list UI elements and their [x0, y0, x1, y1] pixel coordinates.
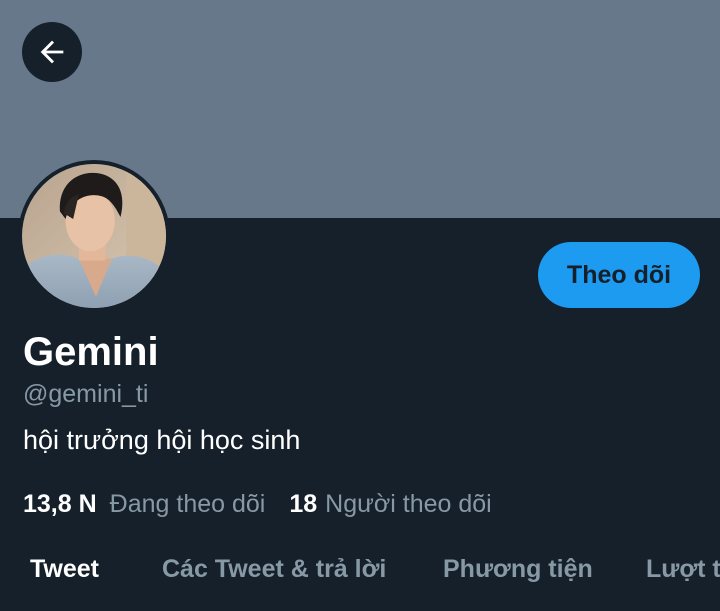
following-count[interactable]: 13,8 N [23, 490, 97, 519]
profile-tabs: Tweet Các Tweet & trả lời Phương tiện Lư… [0, 555, 720, 595]
tab-tweet[interactable]: Tweet [30, 555, 99, 584]
avatar-photo [22, 164, 166, 308]
bio: hội trưởng hội học sinh [23, 425, 301, 455]
display-name: Gemini [23, 330, 159, 374]
user-handle: @gemini_ti [23, 380, 149, 408]
tab-media[interactable]: Phương tiện [443, 555, 593, 584]
follow-stats: 13,8 N Đang theo dõi 18 Người theo dõi [23, 490, 492, 519]
avatar[interactable] [18, 160, 170, 312]
arrow-left-icon [40, 40, 64, 64]
tab-likes[interactable]: Lượt thích [646, 555, 720, 584]
follow-button[interactable]: Theo dõi [538, 242, 700, 308]
following-label[interactable]: Đang theo dõi [110, 490, 266, 519]
followers-count[interactable]: 18 [289, 490, 317, 519]
followers-label[interactable]: Người theo dõi [325, 490, 492, 519]
back-button[interactable] [22, 22, 82, 82]
tab-tweets-and-replies[interactable]: Các Tweet & trả lời [162, 555, 386, 584]
